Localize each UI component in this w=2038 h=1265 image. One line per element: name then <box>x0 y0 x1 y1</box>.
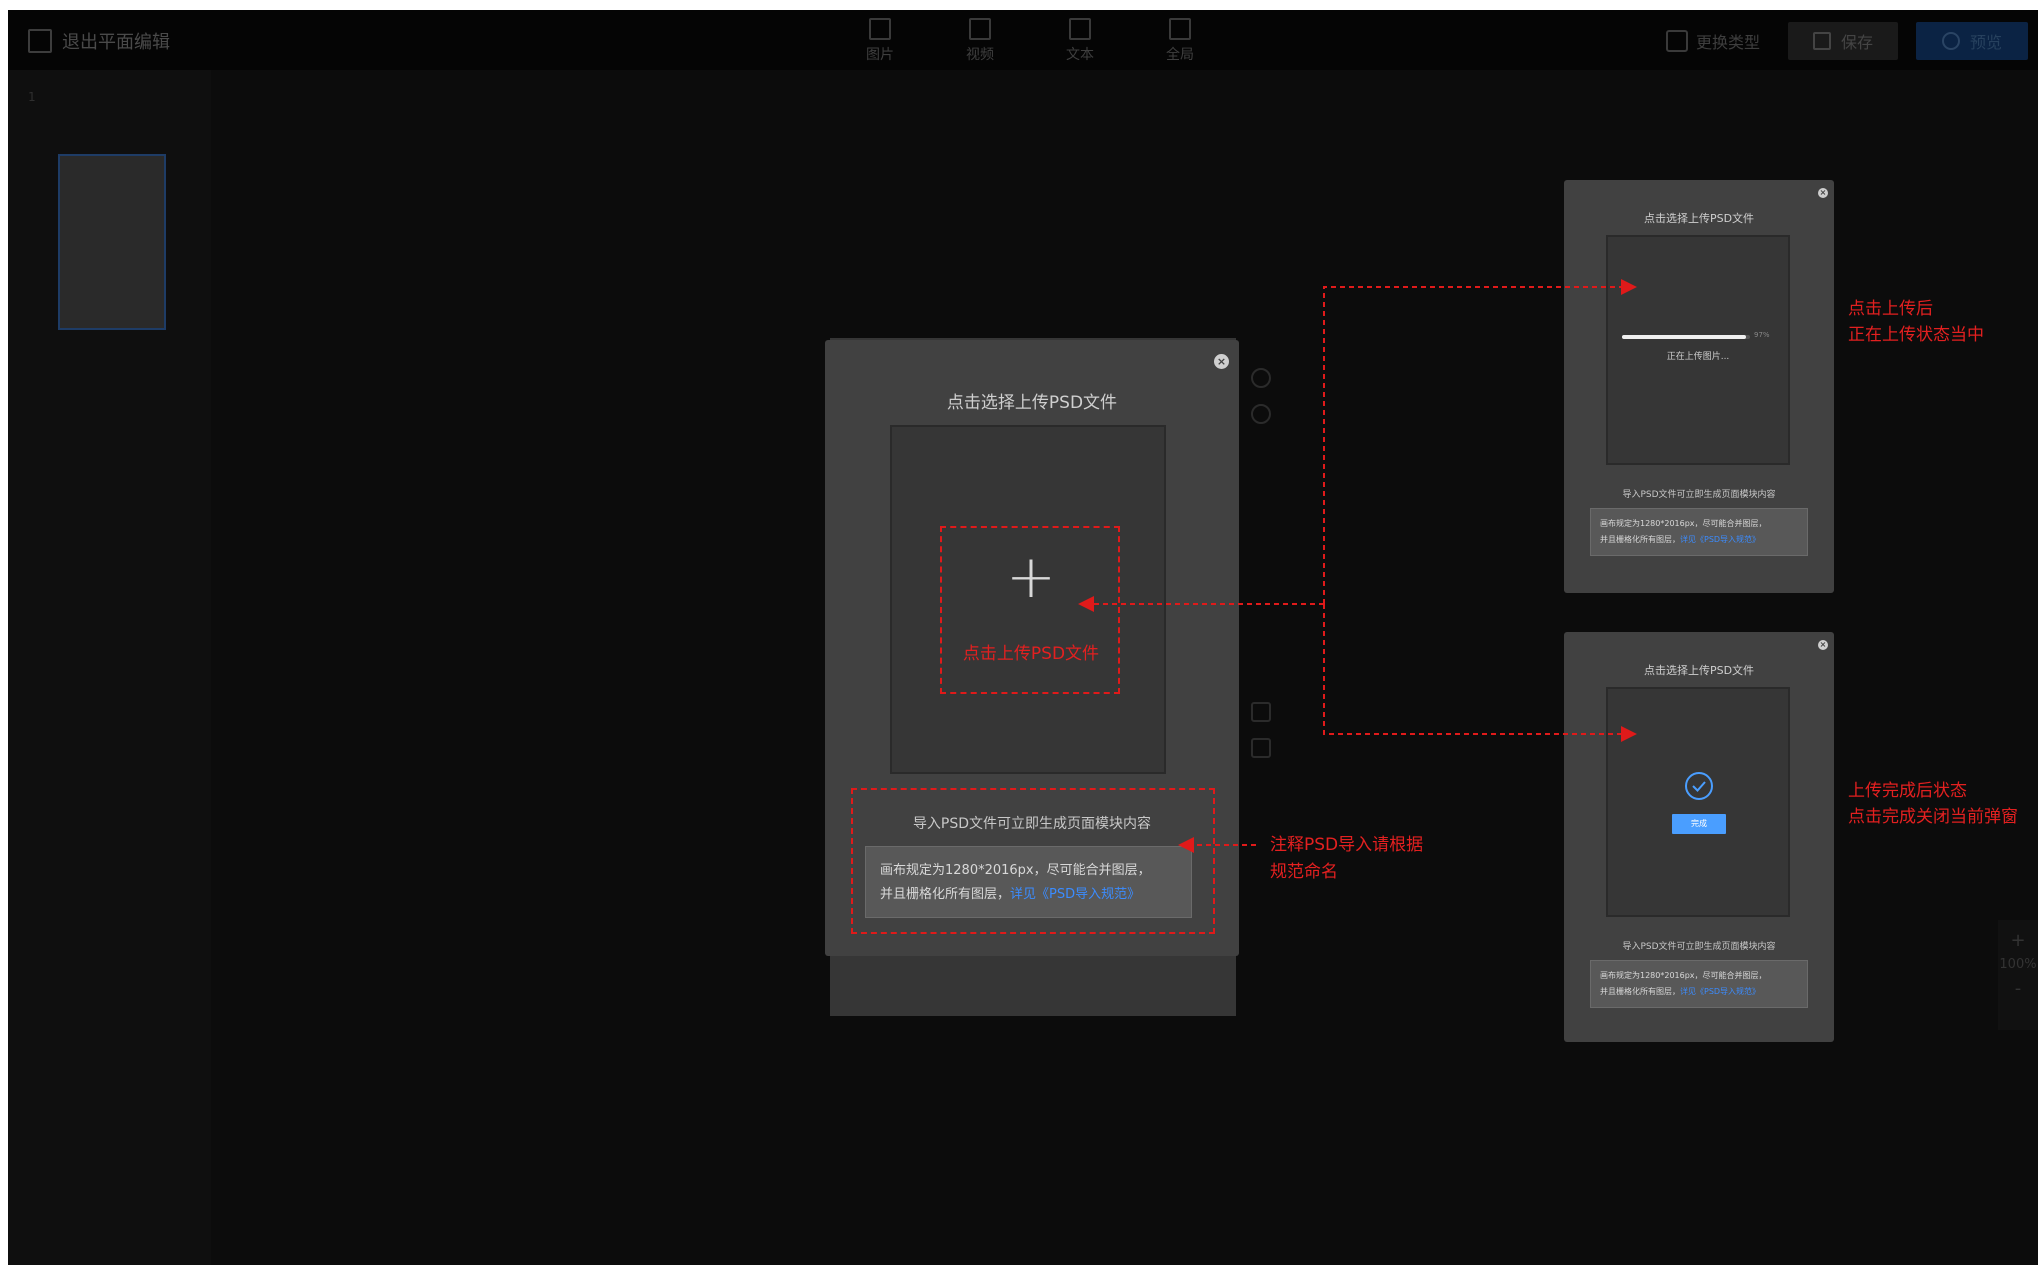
annotation-uploading-line1: 点击上传后 <box>1848 299 1933 319</box>
zoom-level: 100% <box>1999 957 2037 972</box>
annotation-uploading-line2: 正在上传状态当中 <box>1848 325 1984 345</box>
annotation-done-line2: 点击完成关闭当前弹窗 <box>1848 807 2018 827</box>
arrow-to-uploading <box>1323 279 1637 604</box>
zoom-control: + 100% - <box>1998 920 2038 1030</box>
arrow-to-done <box>1323 604 1637 742</box>
zoom-out-button[interactable]: - <box>1998 978 2038 999</box>
annotation-note-line1: 注释PSD导入请根据 <box>1270 835 1424 855</box>
zoom-in-button[interactable]: + <box>1998 930 2038 951</box>
annotation-done-line1: 上传完成后状态 <box>1848 781 1967 801</box>
annotation-uploading: 点击上传后 正在上传状态当中 <box>1848 296 1984 348</box>
annotation-done: 上传完成后状态 点击完成关闭当前弹窗 <box>1848 778 2018 830</box>
annotation-note-line2: 规范命名 <box>1270 862 1338 882</box>
annotation-note: 注释PSD导入请根据 规范命名 <box>1270 832 1423 886</box>
editor-app: 退出平面编辑 图片 视频 文本 全局 更换类型 保存 预览 1 × 点击选择上传… <box>8 10 2038 1265</box>
annotation-arrows <box>1078 279 1637 853</box>
